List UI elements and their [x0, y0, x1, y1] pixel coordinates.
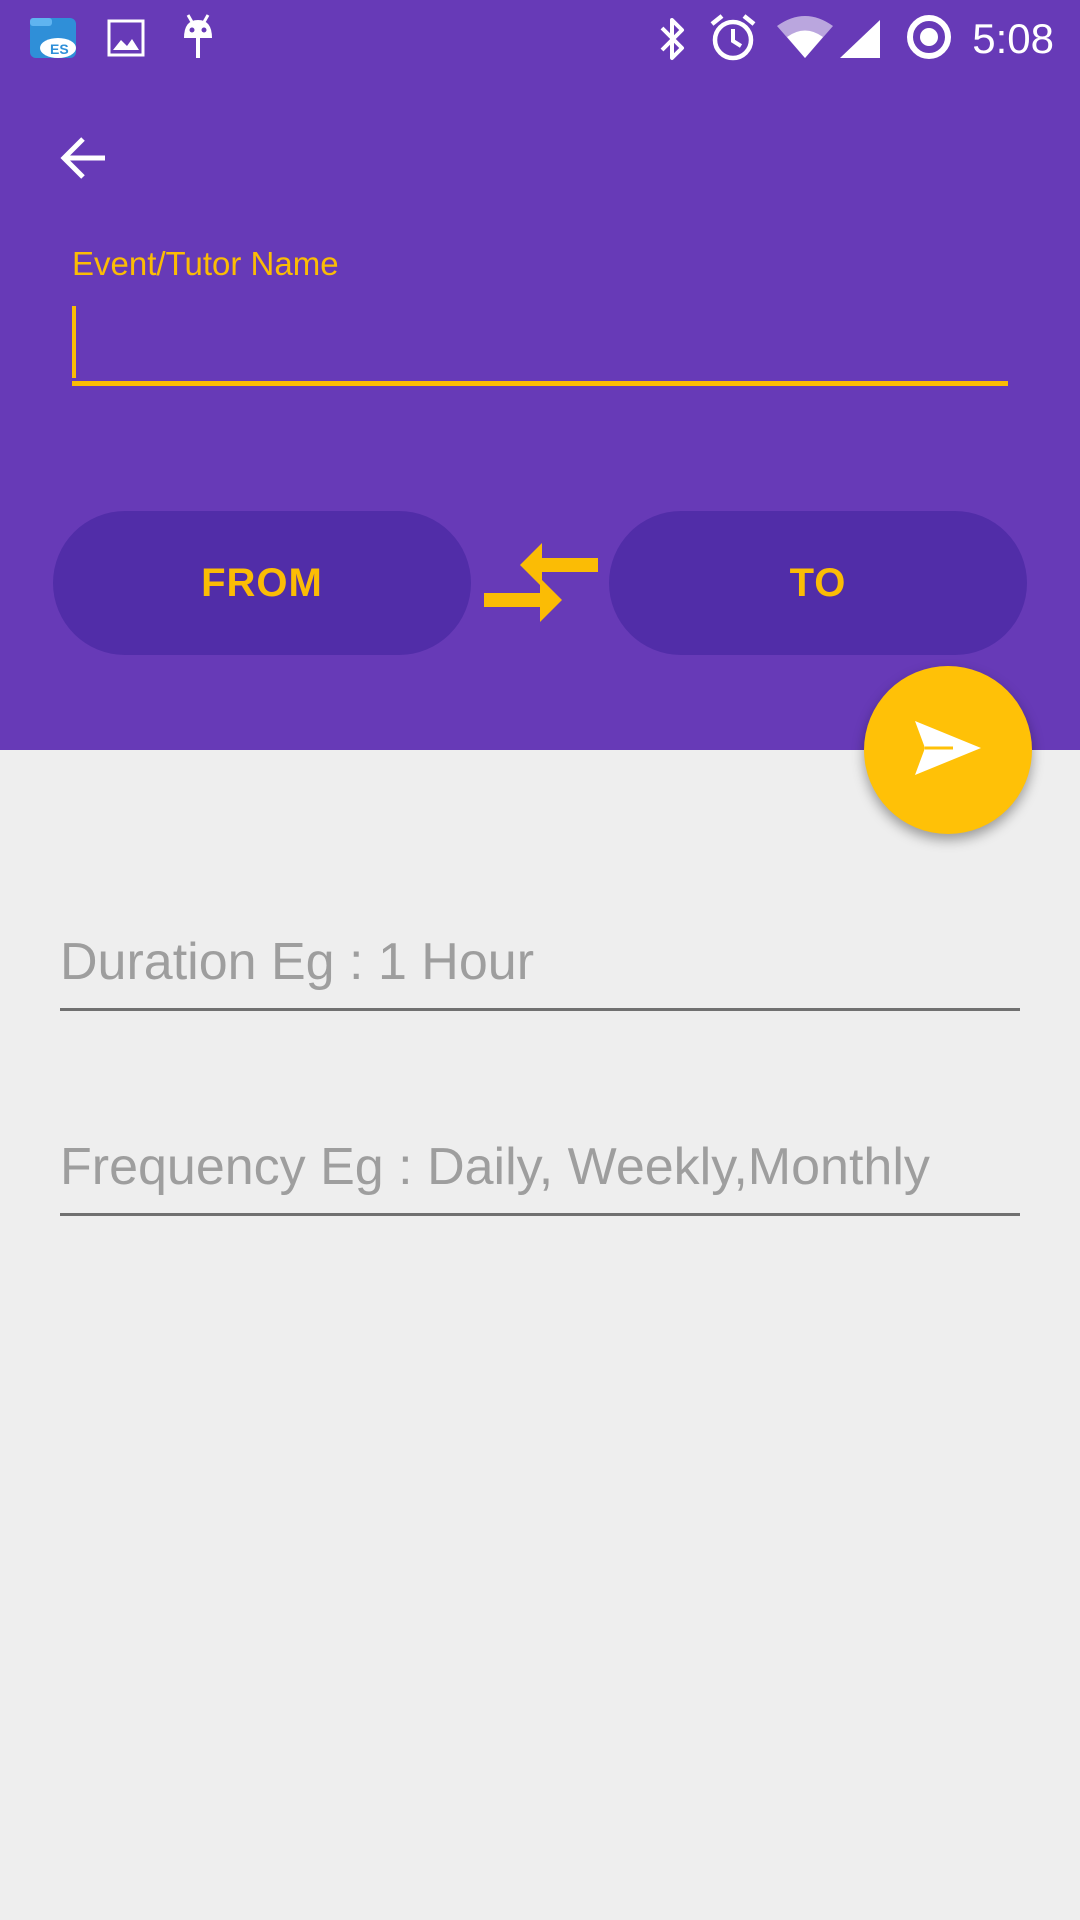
event-name-input[interactable]	[72, 300, 1008, 386]
signal-icon	[838, 18, 882, 65]
send-button[interactable]	[864, 666, 1032, 834]
duration-input[interactable]	[60, 922, 1020, 1011]
to-label: TO	[789, 560, 847, 605]
from-button[interactable]: FROM	[53, 511, 471, 655]
wifi-icon	[776, 16, 834, 65]
to-button[interactable]: TO	[609, 511, 1027, 655]
event-name-label: Event/Tutor Name	[72, 245, 339, 282]
svg-text:ES: ES	[50, 41, 69, 57]
sync-circle-icon	[906, 14, 952, 65]
frequency-input[interactable]	[60, 1127, 1020, 1216]
status-bar: ES 5:08	[0, 0, 1080, 78]
gallery-icon	[106, 18, 146, 63]
android-debug-icon	[178, 12, 218, 67]
app-header: ES 5:08 Event/Tutor Name FROM TO	[0, 0, 1080, 750]
from-label: FROM	[201, 560, 323, 605]
send-icon	[913, 719, 983, 782]
status-time: 5:08	[972, 15, 1054, 62]
arrow-back-icon	[59, 133, 109, 188]
es-file-explorer-icon: ES	[28, 14, 80, 67]
bluetooth-icon	[656, 14, 690, 69]
back-button[interactable]	[52, 128, 116, 192]
alarm-icon	[708, 12, 758, 69]
compare-arrows-icon	[480, 538, 602, 631]
text-cursor	[72, 306, 76, 378]
